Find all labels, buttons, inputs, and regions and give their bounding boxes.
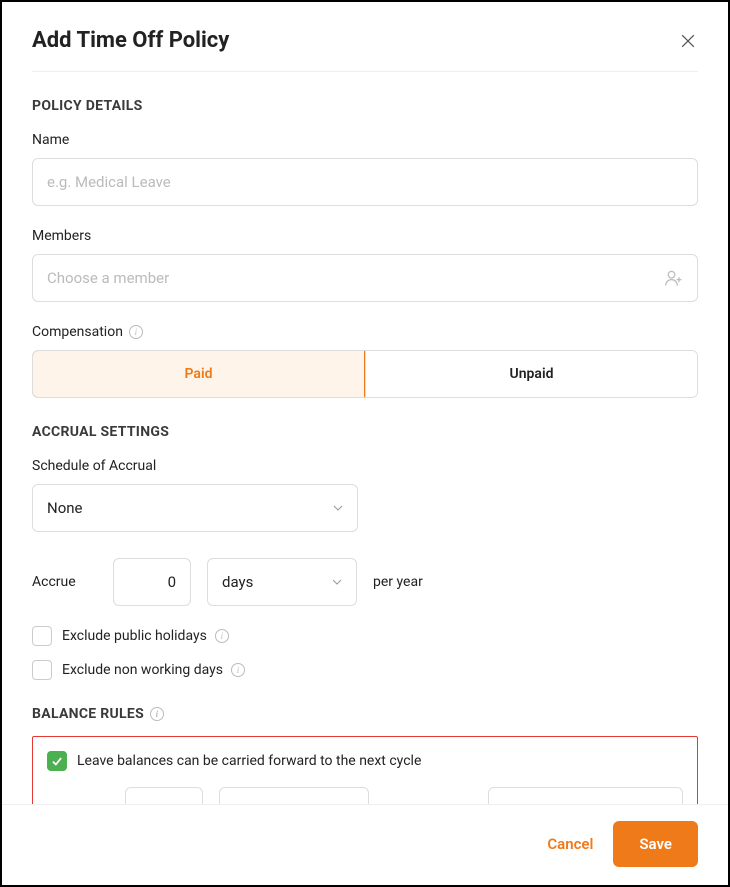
exclude-public-checkbox[interactable] bbox=[32, 626, 52, 646]
exclude-public-label: Exclude public holidays i bbox=[62, 628, 229, 644]
accrue-unit-select[interactable]: days bbox=[207, 558, 357, 606]
accrue-label: Accrue bbox=[32, 574, 97, 590]
info-icon[interactable]: i bbox=[215, 629, 229, 643]
modal-title: Add Time Off Policy bbox=[32, 28, 229, 53]
exclude-nonworking-label: Exclude non working days i bbox=[62, 662, 245, 678]
close-icon[interactable] bbox=[678, 31, 698, 51]
section-title-balance: BALANCE RULES i bbox=[32, 706, 698, 722]
carry-forward-label: Leave balances can be carried forward to… bbox=[77, 753, 421, 769]
info-icon[interactable]: i bbox=[150, 707, 164, 721]
compensation-unpaid-button[interactable]: Unpaid bbox=[365, 351, 697, 397]
cancel-button[interactable]: Cancel bbox=[547, 835, 593, 853]
per-year-label: per year bbox=[373, 574, 423, 590]
add-user-icon[interactable] bbox=[664, 268, 684, 288]
name-input[interactable] bbox=[32, 158, 698, 206]
exclude-nonworking-checkbox[interactable] bbox=[32, 660, 52, 680]
compensation-label: Compensation i bbox=[32, 324, 698, 340]
name-label: Name bbox=[32, 132, 698, 148]
save-button[interactable]: Save bbox=[613, 821, 698, 867]
members-input[interactable] bbox=[32, 254, 698, 302]
schedule-select[interactable]: None bbox=[32, 484, 358, 532]
info-icon[interactable]: i bbox=[231, 663, 245, 677]
modal-header: Add Time Off Policy bbox=[32, 28, 698, 72]
section-title-accrual: ACCRUAL SETTINGS bbox=[32, 424, 698, 440]
compensation-toggle: Paid Unpaid bbox=[32, 350, 698, 398]
schedule-label: Schedule of Accrual bbox=[32, 458, 698, 474]
carry-forward-checkbox[interactable] bbox=[47, 751, 67, 771]
compensation-paid-button[interactable]: Paid bbox=[32, 350, 365, 398]
accrue-value-input[interactable] bbox=[113, 558, 191, 606]
info-icon[interactable]: i bbox=[129, 325, 143, 339]
members-label: Members bbox=[32, 228, 698, 244]
section-title-policy: POLICY DETAILS bbox=[32, 98, 698, 114]
modal-footer: Cancel Save bbox=[2, 804, 728, 885]
